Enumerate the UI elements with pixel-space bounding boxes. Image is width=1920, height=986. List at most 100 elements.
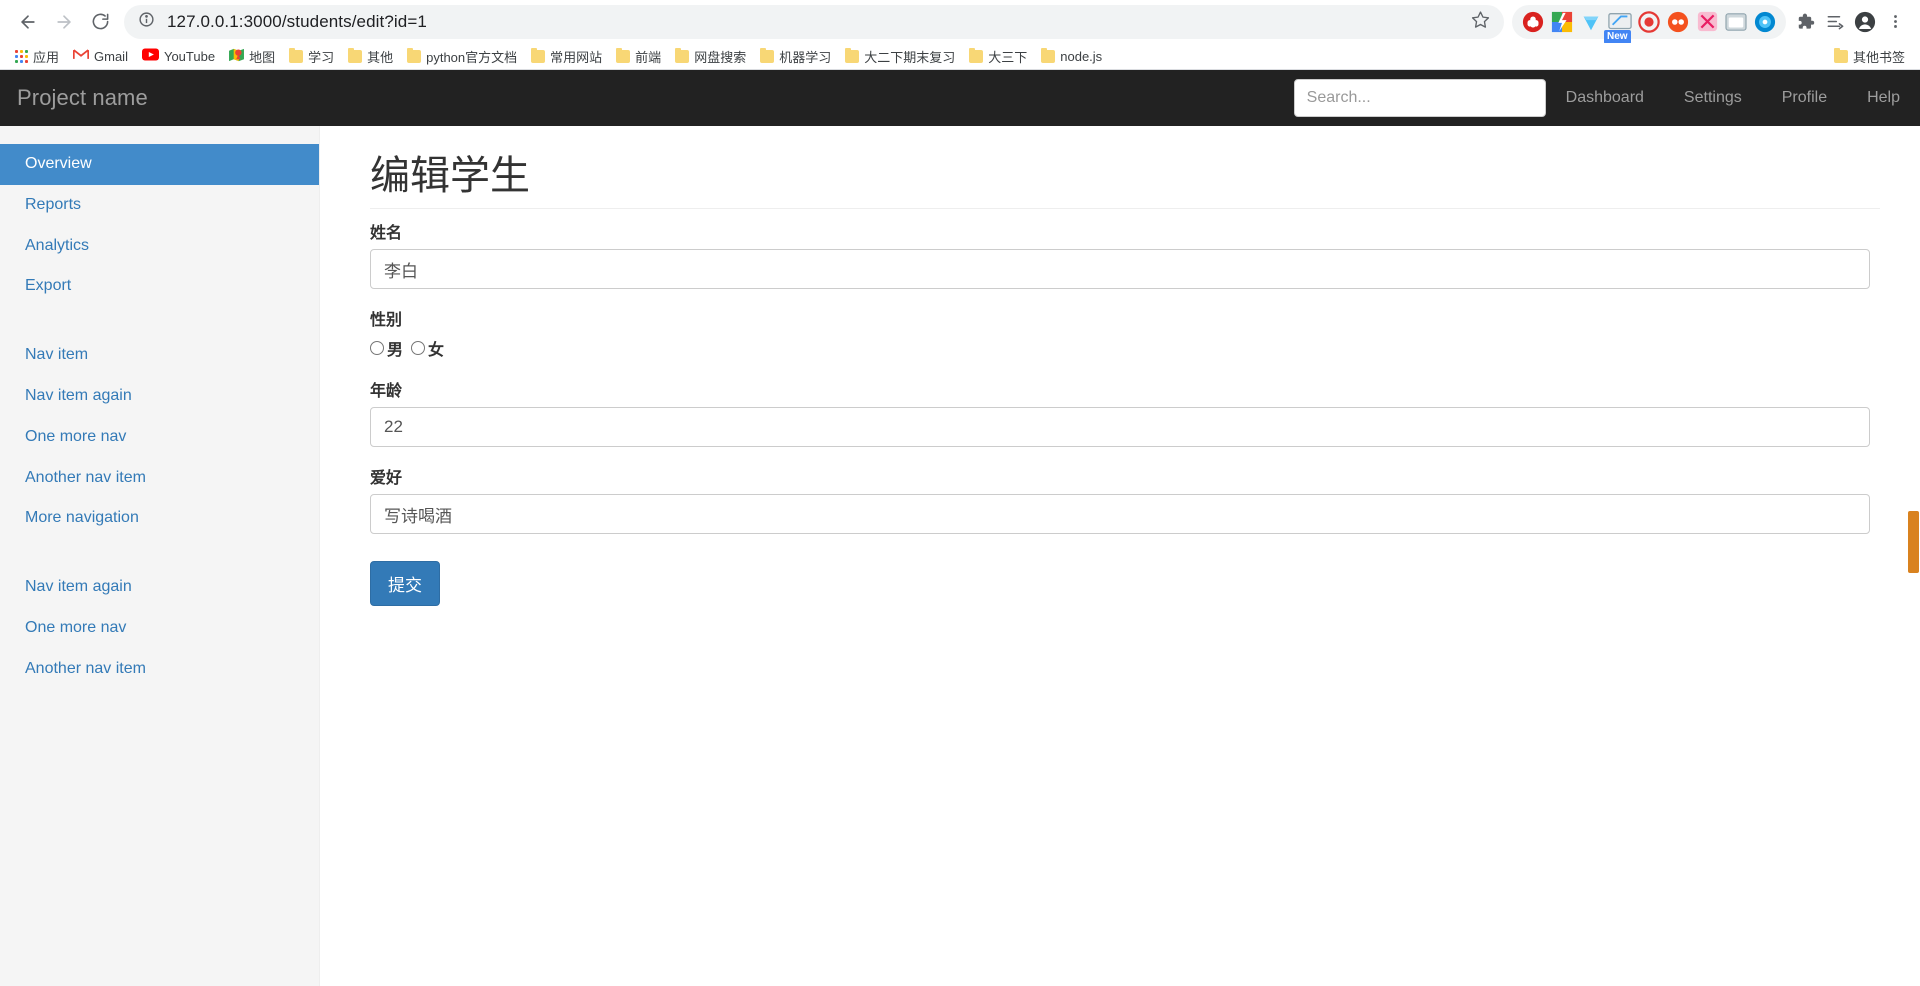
reload-button[interactable] bbox=[82, 4, 118, 40]
reload-icon bbox=[92, 13, 108, 30]
bookmark-folder-python-docs[interactable]: python官方文档 bbox=[400, 45, 524, 68]
bookmark-label: 地图 bbox=[249, 49, 276, 65]
sidebar-item-analytics[interactable]: Analytics bbox=[0, 226, 319, 267]
bookmarks-bar: 应用 Gmail YouTube 地图 学习 其他 python官方文档 常用网… bbox=[0, 43, 1920, 70]
bookmark-label: 前端 bbox=[635, 49, 662, 65]
hobby-input[interactable] bbox=[370, 494, 1870, 534]
youtube-icon bbox=[141, 48, 159, 64]
bookmark-folder-final-review[interactable]: 大二下期末复习 bbox=[838, 45, 962, 68]
sidebar-item-more-navigation[interactable]: More navigation bbox=[0, 498, 319, 539]
bookmark-folder-qita[interactable]: 其他 bbox=[341, 45, 400, 68]
sidebar: Overview Reports Analytics Export Nav it… bbox=[0, 126, 320, 986]
bookmark-label: 大二下期末复习 bbox=[864, 49, 956, 65]
address-bar[interactable]: 127.0.0.1:3000/students/edit?id=1 bbox=[124, 4, 1504, 39]
sidebar-divider bbox=[0, 307, 319, 335]
profile-avatar-icon[interactable] bbox=[1850, 7, 1880, 37]
gender-radio-female-label: 女 bbox=[428, 342, 445, 359]
name-input[interactable] bbox=[370, 249, 1870, 289]
sidebar-item-nav-item-again[interactable]: Nav item again bbox=[0, 376, 319, 417]
colorful-square-extension-icon[interactable] bbox=[1549, 9, 1575, 35]
kebab-menu-icon[interactable] bbox=[1880, 7, 1910, 37]
gender-label: 性别 bbox=[370, 312, 403, 329]
reading-list-icon[interactable] bbox=[1820, 7, 1850, 37]
submit-button[interactable]: 提交 bbox=[370, 561, 440, 606]
nav-link-dashboard[interactable]: Dashboard bbox=[1546, 70, 1664, 126]
bookmark-folder-netdisk-search[interactable]: 网盘搜索 bbox=[668, 45, 753, 68]
site-info-icon[interactable] bbox=[138, 11, 155, 33]
nav-link-profile[interactable]: Profile bbox=[1762, 70, 1847, 126]
bookmark-label: Gmail bbox=[94, 48, 128, 64]
folder-icon bbox=[531, 47, 546, 63]
folder-icon bbox=[289, 47, 304, 63]
sidebar-item-another-nav-item[interactable]: Another nav item bbox=[0, 458, 319, 499]
gender-radio-female[interactable] bbox=[411, 341, 426, 355]
gender-radio-group: 男 女 bbox=[370, 336, 1880, 360]
sidebar-item-one-more-nav-2[interactable]: One more nav bbox=[0, 608, 319, 649]
bookmark-folder-common-sites[interactable]: 常用网站 bbox=[524, 45, 609, 68]
bookmark-label: 其他书签 bbox=[1852, 50, 1905, 65]
main-content: 编辑学生 姓名 性别 男 女 年龄 爱好 bbox=[320, 126, 1920, 986]
brand-title[interactable]: Project name bbox=[16, 85, 148, 111]
age-input[interactable] bbox=[370, 407, 1870, 447]
bookmark-folder-junior-spring[interactable]: 大三下 bbox=[962, 45, 1034, 68]
folder-icon bbox=[760, 47, 775, 63]
red-circle-extension-icon[interactable] bbox=[1636, 9, 1662, 35]
blue-diamond-extension-icon[interactable] bbox=[1578, 9, 1604, 35]
grey-window-extension-icon[interactable] bbox=[1723, 9, 1749, 35]
sidebar-item-reports[interactable]: Reports bbox=[0, 185, 319, 226]
adblock-extension-icon[interactable] bbox=[1520, 9, 1546, 35]
bookmark-folder-machine-learning[interactable]: 机器学习 bbox=[753, 45, 838, 68]
bookmark-label: node.js bbox=[1060, 48, 1103, 64]
puzzle-extensions-icon[interactable] bbox=[1790, 7, 1820, 37]
navbar-right: Dashboard Settings Profile Help bbox=[1293, 70, 1904, 126]
sidebar-item-nav-item-again-2[interactable]: Nav item again bbox=[0, 567, 319, 608]
forward-arrow-icon bbox=[57, 14, 71, 29]
hobby-label: 爱好 bbox=[370, 470, 403, 487]
nav-link-settings[interactable]: Settings bbox=[1664, 70, 1762, 126]
folder-icon bbox=[616, 47, 631, 63]
bookmark-maps[interactable]: 地图 bbox=[222, 45, 282, 68]
apps-grid-icon bbox=[15, 49, 28, 63]
bookmark-label: python官方文档 bbox=[426, 49, 518, 65]
sidebar-item-overview[interactable]: Overview bbox=[0, 144, 319, 185]
bookmark-apps[interactable]: 应用 bbox=[8, 45, 66, 68]
forward-button[interactable] bbox=[46, 4, 82, 40]
star-icon[interactable] bbox=[1471, 10, 1490, 34]
folder-icon bbox=[348, 47, 363, 63]
bookmark-folder-frontend[interactable]: 前端 bbox=[609, 45, 668, 68]
field-group-gender: 性别 男 女 bbox=[370, 306, 1880, 360]
bookmark-folder-nodejs[interactable]: node.js bbox=[1034, 47, 1109, 66]
sidebar-divider bbox=[0, 539, 319, 567]
sidebar-item-export[interactable]: Export bbox=[0, 266, 319, 307]
other-bookmarks-button[interactable]: 其他书签 bbox=[1827, 45, 1912, 68]
bookmark-gmail[interactable]: Gmail bbox=[66, 46, 135, 66]
bookmark-youtube[interactable]: YouTube bbox=[135, 46, 222, 66]
cyan-circle-extension-icon[interactable] bbox=[1752, 9, 1778, 35]
bookmark-label: 网盘搜索 bbox=[694, 49, 747, 65]
pink-square-extension-icon[interactable] bbox=[1694, 9, 1720, 35]
back-button[interactable] bbox=[10, 4, 46, 40]
new-badge: New bbox=[1604, 29, 1631, 44]
folder-icon bbox=[407, 47, 422, 63]
nav-link-help[interactable]: Help bbox=[1847, 70, 1904, 126]
folder-icon bbox=[845, 47, 860, 63]
sidebar-item-one-more-nav[interactable]: One more nav bbox=[0, 417, 319, 458]
folder-icon bbox=[969, 47, 984, 63]
page-scrollbar[interactable] bbox=[1906, 126, 1920, 986]
bookmark-folder-xuexi[interactable]: 学习 bbox=[282, 45, 341, 68]
folder-icon bbox=[1833, 48, 1848, 63]
page-title: 编辑学生 bbox=[370, 154, 1880, 209]
field-group-age: 年龄 bbox=[370, 377, 1880, 447]
screenshot-extension-icon[interactable]: New bbox=[1604, 9, 1633, 44]
name-label: 姓名 bbox=[370, 225, 403, 242]
search-input[interactable] bbox=[1293, 79, 1546, 117]
gender-radio-male[interactable] bbox=[370, 341, 384, 355]
browser-toolbar: 127.0.0.1:3000/students/edit?id=1 New bbox=[0, 0, 1920, 44]
folder-icon bbox=[675, 47, 690, 63]
age-label: 年龄 bbox=[370, 383, 403, 400]
field-group-hobby: 爱好 bbox=[370, 464, 1880, 534]
sidebar-item-another-nav-item-2[interactable]: Another nav item bbox=[0, 649, 319, 690]
scrollbar-thumb[interactable] bbox=[1908, 511, 1919, 573]
sidebar-item-nav-item[interactable]: Nav item bbox=[0, 335, 319, 376]
orange-circle-extension-icon[interactable] bbox=[1665, 9, 1691, 35]
